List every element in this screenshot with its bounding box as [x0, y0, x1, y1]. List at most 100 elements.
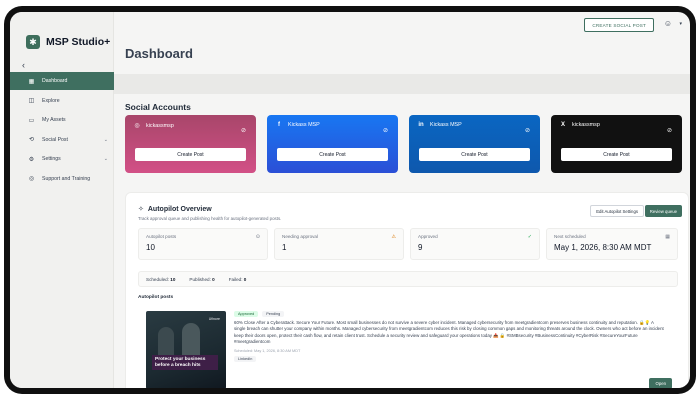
failed-count: Failed: 0 [229, 277, 247, 282]
create-social-post-button[interactable]: CREATE SOCIAL POST [584, 18, 654, 32]
unlink-icon[interactable]: ⊘ [383, 127, 388, 134]
autopilot-panel: ✧ Autopilot Overview Track approval queu… [125, 192, 689, 388]
sidebar-item-support-training[interactable]: ◎ Support and Training [10, 170, 114, 188]
stat-value: May 1, 2026, 8:30 AM MDT [554, 243, 652, 252]
account-name: kickassmsp [146, 122, 174, 129]
post-image[interactable]: Ufinore Protect your business before a b… [146, 311, 226, 388]
scheduled-label: Scheduled: [146, 276, 169, 282]
sidebar: ✱ MSP Studio+ ‹ ▦ Dashboard ◫ Explore ▭ … [10, 12, 114, 388]
settings-icon: ⚙ [28, 156, 35, 163]
unlink-icon[interactable]: ⊘ [667, 127, 672, 134]
pending-badge: Pending [262, 311, 285, 317]
unlink-icon[interactable]: ⊘ [525, 127, 530, 134]
failed-label: Failed: [228, 276, 243, 282]
sidebar-item-settings[interactable]: ⚙ Settings ⌄ [10, 150, 114, 168]
sidebar-item-label: Dashboard [42, 78, 68, 84]
create-post-button[interactable]: Create Post [135, 148, 246, 161]
page-title: Dashboard [125, 46, 193, 61]
facebook-icon: f [278, 122, 280, 128]
device-frame: ✱ MSP Studio+ ‹ ▦ Dashboard ◫ Explore ▭ … [4, 6, 696, 394]
autopilot-subtitle: Track approval queue and publishing heal… [138, 216, 282, 221]
autopilot-posts-title: Autopilot posts [138, 295, 174, 300]
chevron-down-icon: ⌄ [103, 156, 108, 163]
autopilot-post-item: Ufinore Protect your business before a b… [138, 305, 678, 388]
account-label: in Kickass MSP [417, 122, 532, 128]
published-label: Published: [189, 276, 211, 282]
edit-autopilot-settings-button[interactable]: Edit Autopilot Settings [590, 205, 644, 217]
support-icon: ◎ [28, 176, 35, 183]
sidebar-item-label: Explore [42, 97, 60, 104]
post-badges: Approved Pending [234, 311, 285, 317]
grid-icon: ▦ [28, 78, 35, 85]
stat-value: 9 [418, 243, 423, 252]
stat-value: 1 [282, 243, 287, 252]
autopilot-title-text: Autopilot Overview [147, 205, 212, 213]
stat-label: Next scheduled [554, 234, 586, 239]
check-circle-icon: ✓ [527, 234, 532, 240]
social-accounts-cards: ◎ kickassmsp ⊘ Create Post f Kickass MSP… [125, 115, 689, 175]
network-badge: LinkedIn [234, 356, 257, 362]
sidebar-item-label: My Assets [42, 117, 66, 124]
failed-value: 0 [243, 276, 247, 282]
sidebar-item-label: Social Post [42, 136, 68, 143]
scheduled-value: 10 [170, 276, 176, 282]
stat-value: 10 [146, 243, 155, 252]
autopilot-stats: Autopilot posts 10 ⊙ Needing approval 1 … [138, 228, 678, 260]
user-icon[interactable]: ☺ [664, 19, 672, 28]
account-name: Kickass MSP [288, 122, 320, 128]
open-post-button[interactable]: Open [649, 378, 672, 388]
create-post-button[interactable]: Create Post [561, 148, 672, 161]
unlink-icon[interactable]: ⊘ [241, 127, 246, 134]
stat-approved: Approved 9 ✓ [410, 228, 540, 260]
facebook-card: f Kickass MSP ⊘ Create Post [267, 115, 398, 173]
sidebar-item-label: Support and Training [42, 175, 91, 182]
stat-label: Needing approval [282, 234, 319, 239]
app-screen: ✱ MSP Studio+ ‹ ▦ Dashboard ◫ Explore ▭ … [10, 12, 690, 388]
publishing-summary: Scheduled: 10 Published: 0 Failed: 0 [138, 271, 678, 287]
stat-label: Autopilot posts [146, 234, 177, 239]
app-name: MSP Studio+ [46, 36, 111, 48]
create-post-button[interactable]: Create Post [277, 148, 388, 161]
share-icon: ⟲ [28, 137, 35, 144]
review-queue-button[interactable]: Review queue [644, 205, 682, 217]
sidebar-item-dashboard[interactable]: ▦ Dashboard [10, 72, 114, 90]
image-brand: Ufinore [208, 317, 220, 321]
published-count: Published: 0 [189, 277, 214, 282]
scheduled-count: Scheduled: 10 [146, 277, 175, 282]
stat-next-scheduled: Next scheduled May 1, 2026, 8:30 AM MDT … [546, 228, 678, 260]
linkedin-icon: in [418, 122, 424, 128]
sidebar-item-label: Settings [42, 156, 61, 163]
warning-icon: ⚠ [391, 234, 396, 240]
sidebar-item-social-post[interactable]: ⟲ Social Post ⌄ [10, 131, 114, 149]
create-post-button[interactable]: Create Post [419, 148, 530, 161]
logo-icon: ✱ [26, 35, 40, 49]
post-text: 60% Close After a Cyberattack. Secure Yo… [234, 320, 664, 345]
account-label: f Kickass MSP [275, 122, 390, 128]
account-name: kickassmsp [572, 122, 600, 128]
linkedin-card: in Kickass MSP ⊘ Create Post [409, 115, 540, 173]
topbar: CREATE SOCIAL POST ☺ ▾ [114, 12, 690, 34]
stat-autopilot-posts: Autopilot posts 10 ⊙ [138, 228, 268, 260]
sidebar-item-explore[interactable]: ◫ Explore [10, 92, 114, 110]
autopilot-title: ✧ Autopilot Overview [138, 205, 212, 214]
chevron-down-icon[interactable]: ▾ [679, 21, 682, 27]
sidebar-item-my-assets[interactable]: ▭ My Assets [10, 111, 114, 129]
calendar-icon: ▦ [665, 234, 670, 240]
sparkle-icon: ✧ [138, 206, 144, 213]
instagram-icon: ◎ [134, 123, 140, 129]
clock-icon: ⊙ [255, 234, 260, 240]
stat-needing-approval: Needing approval 1 ⚠ [274, 228, 404, 260]
folder-icon: ▭ [28, 117, 35, 124]
account-name: Kickass MSP [430, 122, 462, 128]
header-band [114, 74, 690, 94]
chevron-down-icon: ⌄ [103, 136, 108, 143]
brand[interactable]: ✱ MSP Studio+ [26, 35, 110, 49]
approved-badge: Approved [234, 311, 259, 317]
collapse-sidebar-icon[interactable]: ‹ [22, 60, 25, 70]
compass-icon: ◫ [28, 98, 35, 105]
stat-label: Approved [418, 234, 438, 239]
instagram-card: ◎ kickassmsp ⊘ Create Post [125, 115, 256, 173]
published-value: 0 [212, 276, 215, 282]
sidebar-nav: ▦ Dashboard ◫ Explore ▭ My Assets ⟲ Soci… [10, 72, 114, 190]
x-card: X kickassmsp ⊘ Create Post [551, 115, 682, 173]
